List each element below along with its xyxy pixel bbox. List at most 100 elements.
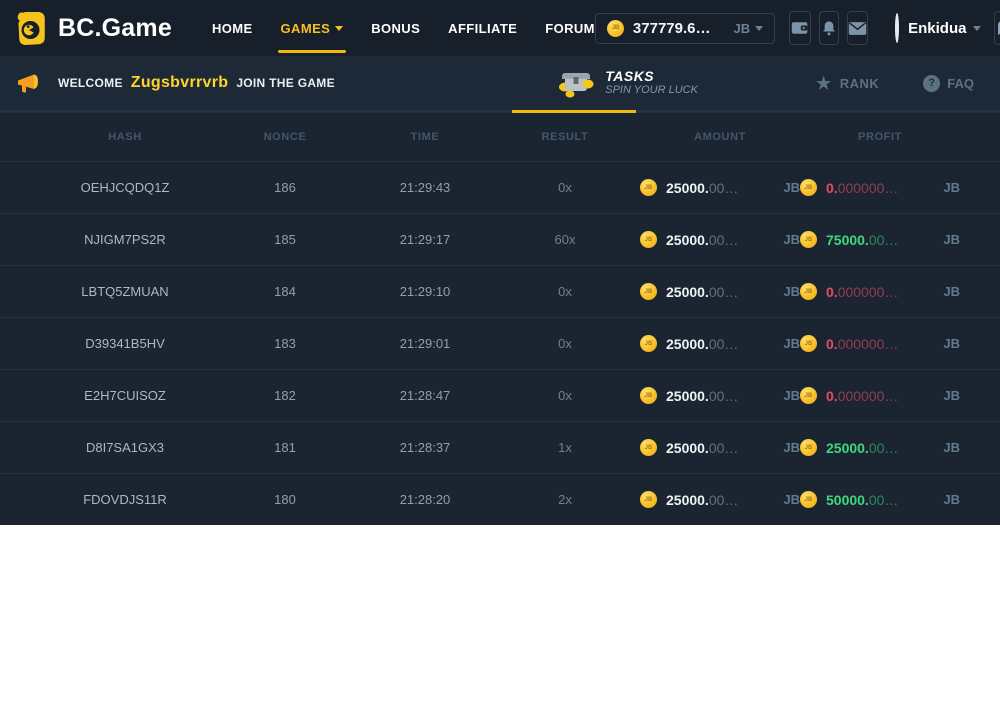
bet-hash: FDOVDJS11R — [40, 492, 210, 507]
nav-affiliate[interactable]: AFFILIATE — [448, 0, 517, 56]
rank-label: RANK — [840, 76, 880, 91]
header-profit: PROFIT — [800, 131, 960, 143]
bet-nonce: 180 — [210, 492, 360, 507]
table-row[interactable]: D8I7SA1GX3 181 21:28:37 1x JB 25000.00… … — [0, 421, 1000, 473]
bet-time: 21:29:01 — [360, 336, 490, 351]
wallet-button[interactable] — [789, 11, 811, 45]
header-time: TIME — [360, 131, 490, 143]
amount-currency: JB — [783, 388, 800, 403]
bet-result: 0x — [490, 180, 640, 195]
amount-value: 25000.00… — [666, 388, 738, 404]
nav-home[interactable]: HOME — [212, 0, 253, 56]
nav-bonus[interactable]: BONUS — [371, 0, 420, 56]
bet-amount: JB 25000.00… JB — [640, 335, 800, 352]
username-label[interactable]: Enkidua — [908, 20, 966, 37]
welcome-suffix: JOIN THE GAME — [236, 76, 335, 90]
jb-coin-icon: JB — [640, 231, 657, 248]
amount-value: 25000.00… — [666, 180, 738, 196]
tasks-title: TASKS — [605, 69, 698, 84]
active-tab-indicator — [512, 110, 636, 113]
tasks-text: TASKS SPIN YOUR LUCK — [605, 69, 698, 97]
profit-value: 25000.00… — [826, 440, 898, 456]
table-row[interactable]: LBTQ5ZMUAN 184 21:29:10 0x JB 25000.00… … — [0, 265, 1000, 317]
bet-nonce: 184 — [210, 284, 360, 299]
bet-nonce: 183 — [210, 336, 360, 351]
bet-time: 21:29:43 — [360, 180, 490, 195]
bet-time: 21:28:20 — [360, 492, 490, 507]
table-row[interactable]: E2H7CUISOZ 182 21:28:47 0x JB 25000.00… … — [0, 369, 1000, 421]
messages-button[interactable] — [847, 11, 868, 45]
jb-coin-icon: JB — [640, 179, 657, 196]
table-row[interactable]: NJIGM7PS2R 185 21:29:17 60x JB 25000.00…… — [0, 213, 1000, 265]
table-row[interactable]: OEHJCQDQ1Z 186 21:29:43 0x JB 25000.00… … — [0, 161, 1000, 213]
table-row[interactable]: FDOVDJS11R 180 21:28:20 2x JB 25000.00… … — [0, 473, 1000, 525]
table-row[interactable]: D39341B5HV 183 21:29:01 0x JB 25000.00… … — [0, 317, 1000, 369]
profit-currency: JB — [943, 492, 960, 507]
profit-value: 0.000000… — [826, 180, 898, 196]
jb-coin-icon: JB — [640, 491, 657, 508]
bet-hash: D39341B5HV — [40, 336, 210, 351]
bet-result: 1x — [490, 440, 640, 455]
notifications-button[interactable] — [819, 11, 839, 45]
bet-result: 0x — [490, 388, 640, 403]
amount-currency: JB — [783, 492, 800, 507]
table-header-row: HASH NONCE TIME RESULT AMOUNT PROFIT — [0, 113, 1000, 161]
header-nonce: NONCE — [210, 131, 360, 143]
balance-value: 377779.6… — [633, 20, 711, 37]
bet-nonce: 181 — [210, 440, 360, 455]
jb-coin-icon: JB — [800, 491, 817, 508]
bet-time: 21:28:47 — [360, 388, 490, 403]
bet-hash: E2H7CUISOZ — [40, 388, 210, 403]
bet-nonce: 185 — [210, 232, 360, 247]
balance-currency-label: JB — [734, 21, 751, 36]
bcgame-logo[interactable]: BC.Game — [14, 10, 172, 47]
header-amount: AMOUNT — [640, 131, 800, 143]
rank-link[interactable]: ★ RANK — [816, 75, 879, 92]
bet-amount: JB 25000.00… JB — [640, 179, 800, 196]
balance-currency: JB — [734, 21, 764, 36]
balance-selector[interactable]: JB 377779.6… JB — [595, 13, 775, 44]
bet-profit: JB 0.000000… JB — [800, 283, 960, 300]
top-navigation-bar: BC.Game HOME GAMES BONUS AFFILIATE FORUM… — [0, 0, 1000, 56]
megaphone-icon — [16, 71, 42, 95]
faq-link[interactable]: ? FAQ — [923, 75, 974, 92]
amount-currency: JB — [783, 180, 800, 195]
profit-currency: JB — [943, 388, 960, 403]
bell-icon — [820, 19, 838, 38]
chat-bubble-icon — [995, 20, 1000, 37]
welcome-prefix: WELCOME — [58, 76, 123, 90]
welcome-message: WELCOME Zugsbvrrvrb JOIN THE GAME — [58, 74, 335, 92]
tasks-shortcut[interactable]: TASKS SPIN YOUR LUCK — [557, 67, 698, 99]
nav-games[interactable]: GAMES — [281, 0, 344, 56]
nav-forum[interactable]: FORUM — [545, 0, 595, 56]
main-nav: HOME GAMES BONUS AFFILIATE FORUM — [212, 0, 595, 56]
bet-time: 21:29:10 — [360, 284, 490, 299]
bet-amount: JB 25000.00… JB — [640, 439, 800, 456]
bet-profit: JB 75000.00… JB — [800, 231, 960, 248]
bet-result: 2x — [490, 492, 640, 507]
chevron-down-icon — [755, 26, 763, 31]
jb-coin-icon: JB — [800, 439, 817, 456]
user-avatar[interactable] — [895, 13, 899, 43]
bet-profit: JB 25000.00… JB — [800, 439, 960, 456]
jb-coin-icon: JB — [640, 439, 657, 456]
header-hash: HASH — [40, 131, 210, 143]
faq-label: FAQ — [947, 76, 974, 91]
bet-hash: OEHJCQDQ1Z — [40, 180, 210, 195]
bet-amount: JB 25000.00… JB — [640, 491, 800, 508]
amount-currency: JB — [783, 232, 800, 247]
bet-nonce: 186 — [210, 180, 360, 195]
welcome-username[interactable]: Zugsbvrrvrb — [131, 74, 229, 92]
profit-value: 0.000000… — [826, 388, 898, 404]
amount-value: 25000.00… — [666, 492, 738, 508]
bet-nonce: 182 — [210, 388, 360, 403]
bet-hash: NJIGM7PS2R — [40, 232, 210, 247]
chat-button[interactable] — [994, 11, 1000, 45]
page: BC.Game HOME GAMES BONUS AFFILIATE FORUM… — [0, 0, 1000, 706]
bet-result: 0x — [490, 336, 640, 351]
bet-profit: JB 50000.00… JB — [800, 491, 960, 508]
profit-value: 75000.00… — [826, 232, 898, 248]
header-result: RESULT — [490, 131, 640, 143]
bet-hash: D8I7SA1GX3 — [40, 440, 210, 455]
chevron-down-icon[interactable] — [973, 26, 981, 31]
